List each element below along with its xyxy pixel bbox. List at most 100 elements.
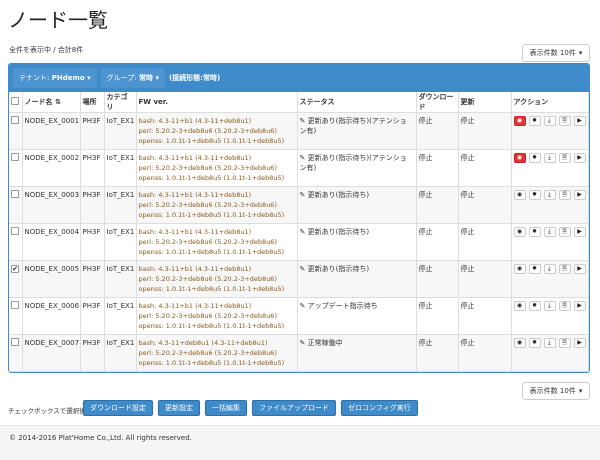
group-label: グループ: bbox=[106, 74, 137, 82]
wrench-icon: ✎ bbox=[299, 191, 306, 199]
table-row: NODE_EX_0007 PH3F IoT_EX1 bash: 4.3-11+d… bbox=[9, 334, 589, 372]
select-all-checkbox[interactable] bbox=[11, 97, 19, 105]
play-icon[interactable]: ▶ bbox=[573, 301, 586, 311]
update-status: 停止 bbox=[458, 186, 512, 224]
play-icon[interactable]: ▶ bbox=[573, 153, 586, 163]
settings-gear-icon[interactable]: ✹ bbox=[528, 338, 541, 348]
view-eye-icon[interactable]: ◉ bbox=[513, 264, 526, 274]
node-panel: テナント: PHdemo ▾ グループ: 常時 ▾ (接続形態:常時) ノード名… bbox=[8, 63, 590, 373]
col-update: 更新 bbox=[458, 92, 512, 113]
fw-perl: perl: 5.20.2-3+deb8u6 (5.20.2-3+deb8u6) bbox=[138, 312, 277, 320]
node-name[interactable]: NODE_EX_0005 bbox=[22, 260, 81, 298]
play-icon[interactable]: ▶ bbox=[573, 190, 586, 200]
filter-bar: テナント: PHdemo ▾ グループ: 常時 ▾ (接続形態:常時) bbox=[9, 64, 589, 92]
download-icon[interactable]: ⤓ bbox=[543, 153, 556, 163]
sort-icon[interactable]: ⇅ bbox=[55, 98, 61, 106]
row-checkbox[interactable] bbox=[11, 153, 19, 161]
node-status: 更新あり(指示待ち) bbox=[307, 228, 370, 236]
file-upload-icon[interactable]: 🗎 bbox=[558, 227, 571, 237]
download-icon[interactable]: ⤓ bbox=[543, 116, 556, 126]
node-name[interactable]: NODE_EX_0003 bbox=[22, 186, 81, 224]
node-status: 更新あり(指示待ち)(アテンション有) bbox=[299, 117, 407, 135]
fw-bash: bash: 4.3-11+b1 (4.3-11+deb8u1) bbox=[138, 302, 252, 310]
table-row: NODE_EX_0001 PH3F IoT_EX1 bash: 4.3-11+b… bbox=[9, 112, 589, 150]
play-icon[interactable]: ▶ bbox=[573, 338, 586, 348]
play-icon[interactable]: ▶ bbox=[573, 116, 586, 126]
row-checkbox[interactable] bbox=[11, 301, 19, 309]
col-fw: FW ver. bbox=[136, 92, 298, 113]
node-name[interactable]: NODE_EX_0002 bbox=[22, 149, 81, 187]
fw-perl: perl: 5.20.2-3+deb8u6 (5.20.2-3+deb8u6) bbox=[138, 201, 277, 209]
bulk-button-2[interactable]: 一括編集 bbox=[205, 400, 247, 416]
node-location: PH3F bbox=[80, 112, 105, 150]
bulk-button-4[interactable]: ゼロコンフィグ実行 bbox=[341, 400, 418, 416]
settings-gear-icon[interactable]: ✹ bbox=[528, 153, 541, 163]
copyright: © 2014-2016 Plat'Home Co.,Ltd. All right… bbox=[9, 434, 192, 442]
node-name[interactable]: NODE_EX_0006 bbox=[22, 297, 81, 335]
node-name[interactable]: NODE_EX_0008 bbox=[22, 371, 81, 372]
download-icon[interactable]: ⤓ bbox=[543, 190, 556, 200]
node-category: IoT_EX1 bbox=[104, 149, 137, 187]
file-upload-icon[interactable]: 🗎 bbox=[558, 264, 571, 274]
file-upload-icon[interactable]: 🗎 bbox=[558, 301, 571, 311]
node-name[interactable]: NODE_EX_0004 bbox=[22, 223, 81, 261]
file-upload-icon[interactable]: 🗎 bbox=[558, 153, 571, 163]
download-icon[interactable]: ⤓ bbox=[543, 338, 556, 348]
row-checkbox[interactable] bbox=[11, 338, 19, 346]
update-status: 停止 bbox=[458, 223, 512, 261]
row-checkbox[interactable] bbox=[11, 116, 19, 124]
caret-down-icon: ▾ bbox=[87, 74, 91, 82]
node-location: PH3F bbox=[80, 149, 105, 187]
page-size-label: 表示件数 10件 bbox=[529, 387, 576, 395]
page-size-select-top[interactable]: 表示件数 10件 ▾ bbox=[522, 44, 590, 62]
fw-openssl: openss: 1.0.1t-1+deb8u5 (1.0.1t-1+deb8u5… bbox=[138, 137, 285, 145]
settings-gear-icon[interactable]: ✹ bbox=[528, 227, 541, 237]
row-checkbox[interactable]: ✔ bbox=[11, 265, 19, 273]
view-eye-icon[interactable]: ◉ bbox=[513, 153, 526, 163]
play-icon[interactable]: ▶ bbox=[573, 227, 586, 237]
connection-type: (接続形態:常時) bbox=[168, 74, 221, 82]
settings-gear-icon[interactable]: ✹ bbox=[528, 301, 541, 311]
update-status: 停止 bbox=[458, 334, 512, 372]
group-dropdown[interactable]: グループ: 常時 ▾ bbox=[100, 68, 165, 88]
bulk-button-3[interactable]: ファイルアップロード bbox=[252, 400, 336, 416]
tenant-dropdown[interactable]: テナント: PHdemo ▾ bbox=[13, 68, 97, 88]
settings-gear-icon[interactable]: ✹ bbox=[528, 190, 541, 200]
bulk-button-1[interactable]: 更新設定 bbox=[158, 400, 200, 416]
node-status: 更新あり(指示待ち) bbox=[307, 265, 370, 273]
settings-gear-icon[interactable]: ✹ bbox=[528, 116, 541, 126]
row-checkbox[interactable] bbox=[11, 227, 19, 235]
download-icon[interactable]: ⤓ bbox=[543, 227, 556, 237]
bulk-actions: ダウンロード設定 更新設定 一括編集 ファイルアップロード ゼロコンフィグ実行 bbox=[83, 400, 418, 416]
node-table: ノード名 ⇅ 場所 カテゴリ FW ver. ステータス ダウンロード 更新 ア… bbox=[9, 92, 589, 372]
bulk-button-0[interactable]: ダウンロード設定 bbox=[83, 400, 153, 416]
download-status: 停止 bbox=[416, 223, 459, 261]
download-status: 停止 bbox=[416, 260, 459, 298]
file-upload-icon[interactable]: 🗎 bbox=[558, 116, 571, 126]
fw-openssl: openss: 1.0.1t-1+deb8u5 (1.0.1t-1+deb8u5… bbox=[138, 174, 285, 182]
download-status: 停止 bbox=[416, 334, 459, 372]
node-category: IoT_EX1 bbox=[104, 297, 137, 335]
view-eye-icon[interactable]: ◉ bbox=[513, 116, 526, 126]
download-icon[interactable]: ⤓ bbox=[543, 301, 556, 311]
page-size-label: 表示件数 10件 bbox=[529, 49, 576, 57]
view-eye-icon[interactable]: ◉ bbox=[513, 338, 526, 348]
bulk-label: チェックボックスで選択後: bbox=[8, 407, 88, 415]
page-size-select-bottom[interactable]: 表示件数 10件 ▾ bbox=[522, 382, 590, 400]
node-name[interactable]: NODE_EX_0007 bbox=[22, 334, 81, 372]
node-name[interactable]: NODE_EX_0001 bbox=[22, 112, 81, 150]
col-name[interactable]: ノード名 ⇅ bbox=[22, 92, 81, 113]
view-eye-icon[interactable]: ◉ bbox=[513, 227, 526, 237]
file-upload-icon[interactable]: 🗎 bbox=[558, 338, 571, 348]
fw-perl: perl: 5.20.2-3+deb8u6 (5.20.2-3+deb8u6) bbox=[138, 127, 277, 135]
view-eye-icon[interactable]: ◉ bbox=[513, 190, 526, 200]
download-status: 停止 bbox=[416, 112, 459, 150]
download-icon[interactable]: ⤓ bbox=[543, 264, 556, 274]
wrench-icon: ✎ bbox=[299, 117, 306, 125]
play-icon[interactable]: ▶ bbox=[573, 264, 586, 274]
view-eye-icon[interactable]: ◉ bbox=[513, 301, 526, 311]
row-checkbox[interactable] bbox=[11, 190, 19, 198]
wrench-icon: ✎ bbox=[299, 228, 306, 236]
settings-gear-icon[interactable]: ✹ bbox=[528, 264, 541, 274]
file-upload-icon[interactable]: 🗎 bbox=[558, 190, 571, 200]
